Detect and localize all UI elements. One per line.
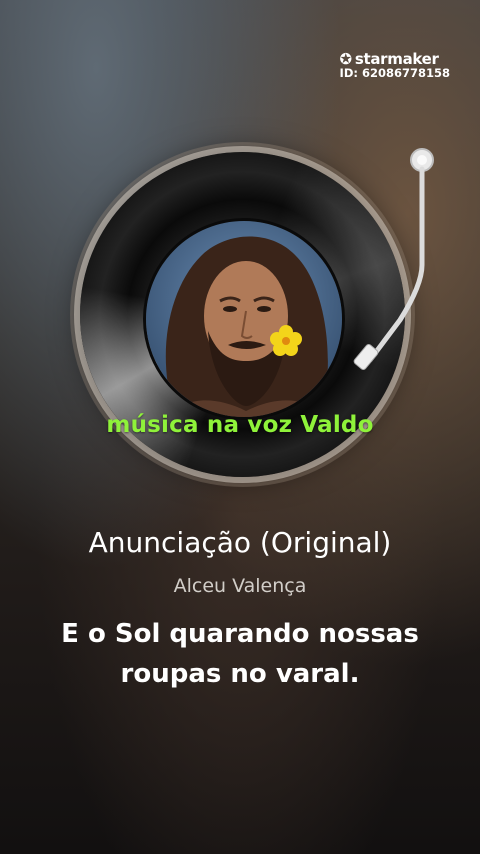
song-title: Anunciação (Original) [88,526,392,559]
overlay-caption: música na voz Valdo [106,412,374,438]
star-icon: ✪ [339,50,353,68]
watermark-brand: starmaker [354,50,439,68]
starmaker-watermark: ✪ starmaker ID: 62086778158 [339,50,450,81]
lyrics-line-1: E o Sol quarando nossas [61,619,419,649]
lyrics: E o Sol quarando nossas roupas no varal. [30,614,450,694]
vinyl-player [0,130,480,510]
artist-name: Alceu Valença [173,575,307,597]
watermark-user-id: ID: 62086778158 [339,66,450,80]
lyrics-line-2: roupas no varal. [120,659,360,689]
tonearm-icon [353,148,434,370]
album-cover-portrait [143,218,345,420]
